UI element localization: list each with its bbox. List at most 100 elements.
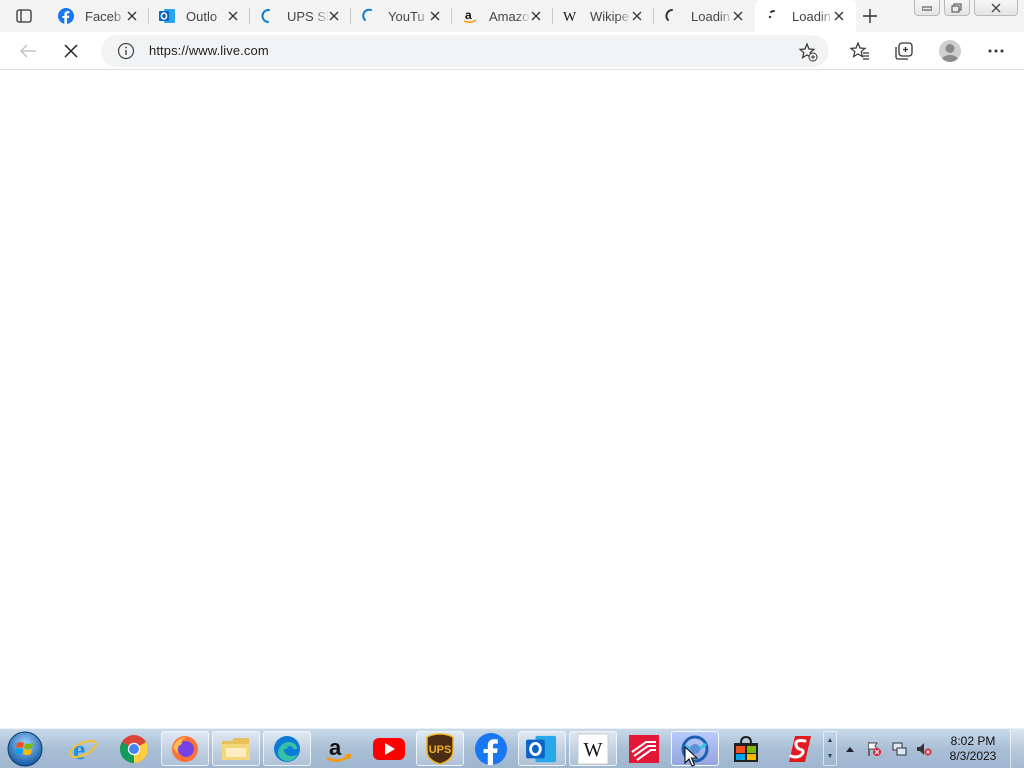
tab-amazon[interactable]: a Amazo <box>452 0 553 32</box>
taskbar-bank-of-america[interactable] <box>620 731 668 766</box>
clock-date: 8/3/2023 <box>949 749 997 763</box>
svg-text:a: a <box>465 8 472 22</box>
profile-avatar[interactable] <box>939 40 961 62</box>
ups-icon: UPS <box>426 732 454 765</box>
favorites-icon <box>850 42 869 60</box>
plus-icon <box>863 9 877 23</box>
tab-close-icon[interactable] <box>327 9 341 23</box>
close-window-button[interactable] <box>974 0 1018 16</box>
folder-icon <box>222 737 250 760</box>
windows-logo-icon <box>7 731 43 767</box>
facebook-icon <box>57 7 75 25</box>
taskbar-scroll-button[interactable]: ▲ ▼ <box>823 731 837 766</box>
tab-youtube[interactable]: YouTu <box>351 0 452 32</box>
favorites-button[interactable] <box>846 38 874 64</box>
tab-outlook[interactable]: Outlo <box>149 0 250 32</box>
chevron-up-icon <box>846 747 854 752</box>
wikipedia-icon: W <box>577 733 609 764</box>
add-favorite-icon[interactable] <box>798 42 818 62</box>
volume-button[interactable] <box>916 741 932 757</box>
taskbar-chrome[interactable] <box>110 731 158 766</box>
svg-text:a: a <box>329 735 342 760</box>
tab-strip: Faceb Outlo UPS Sh YouTu a Amazo W Wikip… <box>0 0 1024 32</box>
clock-time: 8:02 PM <box>950 734 996 748</box>
loading-spinner-icon <box>663 7 681 25</box>
close-icon <box>991 3 1001 12</box>
taskbar-clock[interactable]: 8:02 PM 8/3/2023 <box>940 734 1006 764</box>
close-icon <box>64 44 78 58</box>
tab-list: Faceb Outlo UPS Sh YouTu a Amazo W Wikip… <box>48 0 856 32</box>
chevron-down-icon: ▼ <box>826 753 834 761</box>
restore-button[interactable] <box>944 0 970 16</box>
minimize-icon <box>922 6 932 10</box>
loading-spinner-icon <box>360 7 378 25</box>
tab-close-icon[interactable] <box>731 9 745 23</box>
edge-icon <box>274 735 300 762</box>
taskbar-ups[interactable]: UPS <box>416 731 464 766</box>
tab-close-icon[interactable] <box>428 9 442 23</box>
start-button[interactable] <box>6 731 44 767</box>
bank-of-america-icon <box>629 734 659 763</box>
amazon-icon: a <box>461 7 479 25</box>
collections-button[interactable] <box>890 38 918 64</box>
taskbar-youtube[interactable] <box>365 731 413 766</box>
tab-title: Loadin <box>691 8 731 24</box>
back-arrow-icon <box>19 44 36 58</box>
taskbar-wikipedia[interactable]: W <box>569 731 617 766</box>
svg-text:W: W <box>584 739 603 761</box>
url-text[interactable]: https://www.live.com <box>149 43 269 58</box>
svg-text:W: W <box>563 10 577 24</box>
tab-close-icon[interactable] <box>226 9 240 23</box>
chevron-up-icon: ▲ <box>826 736 834 744</box>
tab-title: Amazo <box>489 8 530 24</box>
internet-explorer-icon: e <box>69 735 97 764</box>
window-controls <box>910 0 1018 16</box>
taskbar-file-explorer[interactable] <box>212 731 260 766</box>
tab-close-icon[interactable] <box>125 9 139 23</box>
stop-loading-button[interactable] <box>57 38 85 64</box>
tab-title: UPS Sh <box>287 8 329 24</box>
volume-muted-icon <box>917 743 932 756</box>
taskbar-speedway[interactable] <box>773 731 821 766</box>
network-button[interactable] <box>891 741 907 757</box>
browser-toolbar: https://www.live.com <box>0 32 1024 70</box>
amazon-icon: a <box>326 735 352 762</box>
profile-icon <box>941 44 959 62</box>
tab-close-icon[interactable] <box>832 9 846 23</box>
tab-ups[interactable]: UPS Sh <box>250 0 351 32</box>
tab-wikipedia[interactable]: W Wikipe <box>553 0 654 32</box>
new-tab-button[interactable] <box>858 4 882 28</box>
back-button[interactable] <box>14 38 42 64</box>
taskbar-store[interactable] <box>722 731 770 766</box>
tab-actions-button[interactable] <box>10 4 38 28</box>
settings-more-button[interactable] <box>982 38 1010 64</box>
tab-loading-active[interactable]: Loadin <box>755 0 856 32</box>
youtube-icon <box>373 737 405 760</box>
tab-close-icon[interactable] <box>529 9 543 23</box>
taskbar-amazon[interactable]: a <box>314 731 362 766</box>
restore-icon <box>951 3 962 12</box>
show-desktop-button[interactable] <box>1010 729 1024 769</box>
collections-icon <box>895 42 913 60</box>
action-center-button[interactable] <box>866 741 882 757</box>
taskbar-facebook[interactable] <box>467 731 515 766</box>
taskbar-edge[interactable] <box>263 731 311 766</box>
wikipedia-icon: W <box>562 7 580 25</box>
tab-title: Loadin <box>792 8 832 24</box>
tab-loading[interactable]: Loadin <box>654 0 755 32</box>
svg-text:UPS: UPS <box>429 744 452 756</box>
taskbar-firefox[interactable] <box>161 731 209 766</box>
tab-title: Outlo <box>186 8 218 24</box>
loading-spinner-icon <box>764 7 782 25</box>
info-icon[interactable] <box>117 42 135 60</box>
taskbar-outlook[interactable] <box>518 731 566 766</box>
tab-facebook[interactable]: Faceb <box>48 0 149 32</box>
taskbar-internet-explorer[interactable]: e <box>59 731 107 766</box>
network-icon <box>892 742 907 756</box>
address-bar[interactable]: https://www.live.com <box>101 35 829 67</box>
chrome-icon <box>120 734 148 763</box>
minimize-button[interactable] <box>914 0 940 16</box>
tab-close-icon[interactable] <box>630 9 644 23</box>
windows-taskbar: e a UPS W ▲ ▼ 8:02 PM 8/3/2023 <box>0 728 1024 769</box>
show-hidden-icons-button[interactable] <box>842 741 858 757</box>
